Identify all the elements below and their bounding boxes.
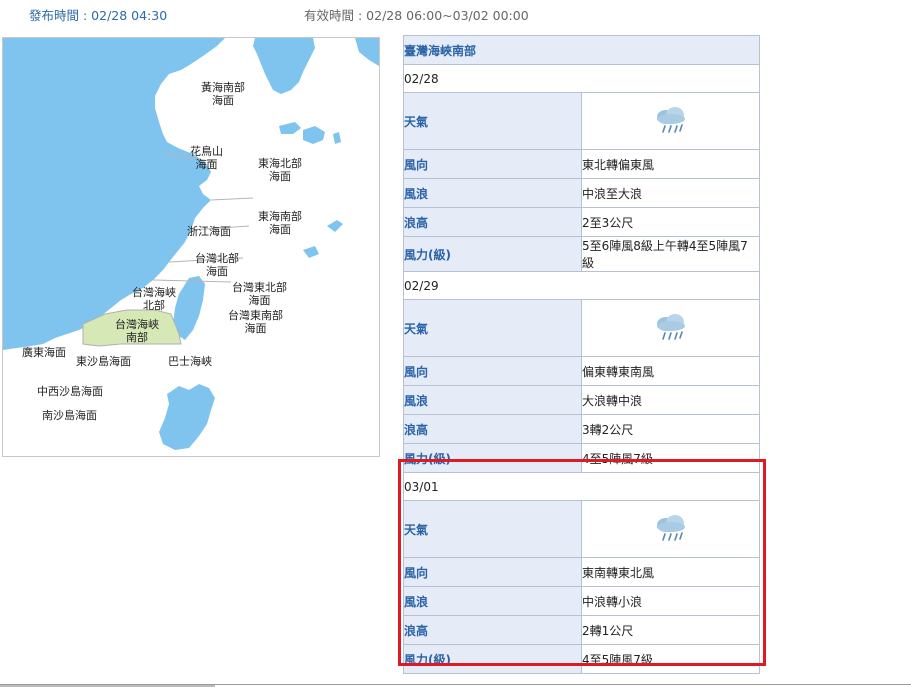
japan-land (355, 38, 379, 66)
label-strait-south[interactable]: 台灣海峽 南部 (115, 318, 159, 344)
valid-time: 有效時間 : 02/28 06:00~03/02 00:00 (304, 8, 529, 23)
rain-cloud-icon (656, 514, 685, 541)
publish-time: 發布時間 : 02/28 04:30 (29, 8, 168, 23)
label-central-west-sha[interactable]: 中西沙島海面 (37, 385, 103, 398)
kyushu-land (303, 126, 325, 144)
label-east-sea-south[interactable]: 東海南部 海面 (258, 210, 302, 236)
label-taiwan-ne[interactable]: 台灣東北部 海面 (232, 281, 287, 307)
weather-label: 天氣 (403, 92, 582, 150)
label-nansha[interactable]: 南沙島海面 (42, 409, 97, 422)
wave-height-label: 浪高 (403, 414, 582, 444)
island-2 (333, 132, 341, 144)
label-bashi[interactable]: 巴士海峽 (168, 355, 212, 368)
label-taiwan-north[interactable]: 台灣北部 海面 (195, 252, 239, 278)
wave-value: 中浪至大浪 (581, 178, 760, 208)
wave-height-value: 2轉1公尺 (581, 615, 760, 645)
rain-cloud-icon (656, 106, 685, 133)
weather-label: 天氣 (403, 299, 582, 357)
label-east-sea-north[interactable]: 東海北部 海面 (258, 157, 302, 183)
label-taiwan-se[interactable]: 台灣東南部 海面 (228, 309, 283, 335)
sea-area-map: 黃海南部 海面 花鳥山 海面 東海北部 海面 東海南部 海面 浙江海面 台灣北部 海面 台… (2, 37, 380, 457)
weather-label: 天氣 (403, 500, 582, 558)
label-yellow-sea-south[interactable]: 黃海南部 海面 (201, 81, 245, 107)
label-huaniaoshan[interactable]: 花鳥山 海面 (190, 145, 223, 171)
label-guangdong[interactable]: 廣東海面 (22, 346, 66, 359)
south-island (159, 384, 215, 450)
wind-force-label: 風力(級) (403, 644, 582, 674)
label-strait-north[interactable]: 台灣海峽 北部 (132, 286, 176, 312)
wind-force-label: 風力(級) (403, 236, 582, 272)
wind-force-value: 4至5陣風7級 (581, 443, 760, 473)
weather-value (581, 92, 760, 150)
forecast-date: 02/29 (403, 271, 760, 300)
island-3 (327, 220, 343, 232)
wind-dir-label: 風向 (403, 356, 582, 386)
wave-label: 風浪 (403, 178, 582, 208)
weather-value (581, 500, 760, 558)
wind-force-value: 4至5陣風7級 (581, 644, 760, 674)
region-title: 臺灣海峽南部 (403, 35, 760, 65)
wave-value: 中浪轉小浪 (581, 586, 760, 616)
forecast-date: 03/01 (403, 472, 760, 501)
wind-dir-label: 風向 (403, 557, 582, 587)
wind-force-label: 風力(級) (403, 443, 582, 473)
label-zhejiang[interactable]: 浙江海面 (187, 225, 231, 238)
wave-label: 風浪 (403, 586, 582, 616)
wave-height-label: 浪高 (403, 207, 582, 237)
wind-force-value: 5至6陣風8級上午轉4至5陣風7級 (581, 236, 760, 272)
rain-cloud-icon (656, 313, 685, 340)
wind-dir-value: 東北轉偏東風 (581, 149, 760, 179)
wave-height-value: 3轉2公尺 (581, 414, 760, 444)
forecast-table: 臺灣海峽南部 02/28 天氣 風向 東北轉偏東風 風浪 中浪至大浪 浪高 2至… (403, 35, 760, 674)
wave-label: 風浪 (403, 385, 582, 415)
wave-height-label: 浪高 (403, 615, 582, 645)
forecast-date: 02/28 (403, 64, 760, 93)
wave-height-value: 2至3公尺 (581, 207, 760, 237)
island-4 (303, 246, 319, 258)
wave-value: 大浪轉中浪 (581, 385, 760, 415)
weather-value (581, 299, 760, 357)
wind-dir-value: 東南轉東北風 (581, 557, 760, 587)
korea-land (253, 38, 315, 94)
island-1 (279, 122, 301, 134)
wind-dir-value: 偏東轉東南風 (581, 356, 760, 386)
label-dongsha[interactable]: 東沙島海面 (76, 355, 131, 368)
wind-dir-label: 風向 (403, 149, 582, 179)
